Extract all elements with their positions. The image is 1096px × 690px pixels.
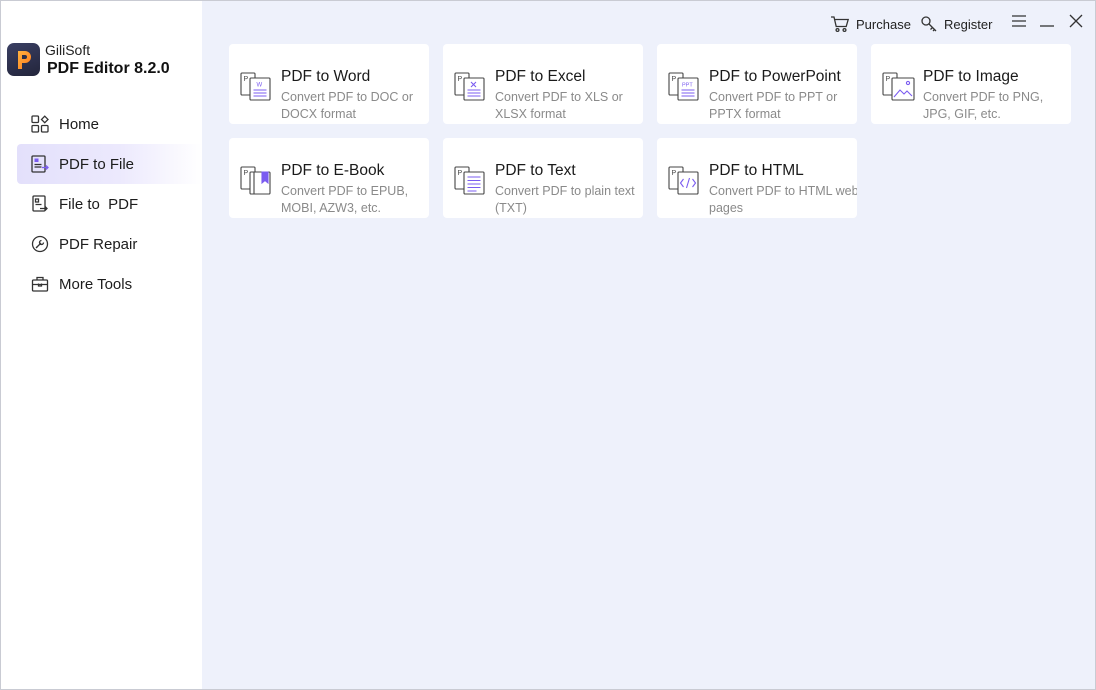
sidebar-item-label: Home xyxy=(59,115,100,133)
tool-description: Convert PDF to PPT or PPTX format xyxy=(709,90,838,121)
tool-title: PDF to E-Book xyxy=(281,162,385,179)
svg-text:P: P xyxy=(458,76,463,83)
sidebar-item-label: More Tools xyxy=(59,275,133,293)
tool-description: Convert PDF to plain text (TXT) xyxy=(495,184,635,215)
pdf-word-icon: P W xyxy=(240,72,274,102)
home-grid-icon xyxy=(30,114,50,134)
tool-card-pdf-to-html[interactable]: P PDF to HTML Convert PDF to HTML web pa… xyxy=(657,138,857,218)
tool-card-pdf-to-powerpoint[interactable]: P PPT PDF to PowerPoint Convert PDF to P… xyxy=(657,44,857,124)
tool-title: PDF to Image xyxy=(923,68,1019,85)
app-vendor: GiliSoft xyxy=(45,42,91,58)
app-logo-icon xyxy=(7,43,40,76)
svg-text:P: P xyxy=(244,76,249,83)
close-button[interactable] xyxy=(1066,13,1086,33)
sidebar-item-pdf-repair[interactable]: PDF Repair xyxy=(17,224,202,264)
tool-title: PDF to Excel xyxy=(495,68,586,85)
hamburger-menu-icon xyxy=(1012,14,1026,32)
sidebar-nav: Home PDF to File File to PDF PDF Repair … xyxy=(17,104,202,304)
sidebar-item-more-tools[interactable]: More Tools xyxy=(17,264,202,304)
repair-icon xyxy=(30,234,50,254)
svg-text:P: P xyxy=(886,76,891,83)
sidebar: GiliSoft PDF Editor 8.2.0 Home PDF to Fi… xyxy=(1,1,202,689)
svg-text:W: W xyxy=(257,83,263,89)
pdf-powerpoint-icon: P PPT xyxy=(668,72,702,102)
sidebar-item-pdf-to-file[interactable]: PDF to File xyxy=(17,144,202,184)
file-to-pdf-icon xyxy=(30,194,50,214)
cart-icon xyxy=(830,15,850,33)
svg-text:P: P xyxy=(672,170,677,177)
minimize-button[interactable] xyxy=(1037,13,1057,33)
pdf-ebook-icon: P xyxy=(240,166,274,196)
pdf-html-icon: P xyxy=(668,166,702,196)
sidebar-item-label: PDF Repair xyxy=(59,235,138,253)
svg-text:P: P xyxy=(244,170,249,177)
tool-description: Convert PDF to XLS or XLSX format xyxy=(495,90,623,121)
tool-card-pdf-to-image[interactable]: P PDF to Image Convert PDF to PNG, JPG, … xyxy=(871,44,1071,124)
tool-description: Convert PDF to PNG, JPG, GIF, etc. xyxy=(923,90,1044,121)
tool-description: Convert PDF to EPUB, MOBI, AZW3, etc. xyxy=(281,184,409,215)
key-icon xyxy=(920,15,938,33)
close-icon xyxy=(1069,14,1083,33)
tool-description: Convert PDF to HTML web pages xyxy=(709,184,857,215)
minimize-icon xyxy=(1040,14,1054,32)
tool-title: PDF to PowerPoint xyxy=(709,68,841,85)
sidebar-item-label: File to PDF xyxy=(59,195,139,213)
svg-text:P: P xyxy=(672,76,677,83)
tool-title: PDF to HTML xyxy=(709,162,804,179)
purchase-button[interactable]: Purchase xyxy=(830,13,911,35)
sidebar-item-file-to-pdf[interactable]: File to PDF xyxy=(17,184,202,224)
register-label: Register xyxy=(944,16,993,32)
register-button[interactable]: Register xyxy=(920,13,992,35)
purchase-label: Purchase xyxy=(856,16,911,32)
svg-text:PPT: PPT xyxy=(682,83,693,89)
brand: GiliSoft PDF Editor 8.2.0 xyxy=(7,41,197,81)
svg-text:P: P xyxy=(458,170,463,177)
pdf-image-icon: P xyxy=(882,72,916,102)
menu-button[interactable] xyxy=(1009,13,1029,33)
app-title: PDF Editor 8.2.0 xyxy=(47,60,170,77)
tool-card-pdf-to-text[interactable]: P PDF to Text Convert PDF to plain text … xyxy=(443,138,643,218)
pdf-to-file-icon xyxy=(30,154,50,174)
sidebar-item-home[interactable]: Home xyxy=(17,104,202,144)
tool-card-pdf-to-word[interactable]: P W PDF to Word Convert PDF to DOC or DO… xyxy=(229,44,429,124)
pdf-excel-icon: P xyxy=(454,72,488,102)
pdf-text-icon: P xyxy=(454,166,488,196)
sidebar-item-label: PDF to File xyxy=(59,155,135,173)
tool-title: PDF to Text xyxy=(495,162,576,179)
tool-card-pdf-to-excel[interactable]: P PDF to Excel Convert PDF to XLS or XLS… xyxy=(443,44,643,124)
app-window: GiliSoft PDF Editor 8.2.0 Home PDF to Fi… xyxy=(0,0,1096,690)
tool-title: PDF to Word xyxy=(281,68,371,85)
tool-description: Convert PDF to DOC or DOCX format xyxy=(281,90,413,121)
tool-card-pdf-to-ebook[interactable]: P PDF to E-Book Convert PDF to EPUB, MOB… xyxy=(229,138,429,218)
toolbox-icon xyxy=(30,274,50,294)
